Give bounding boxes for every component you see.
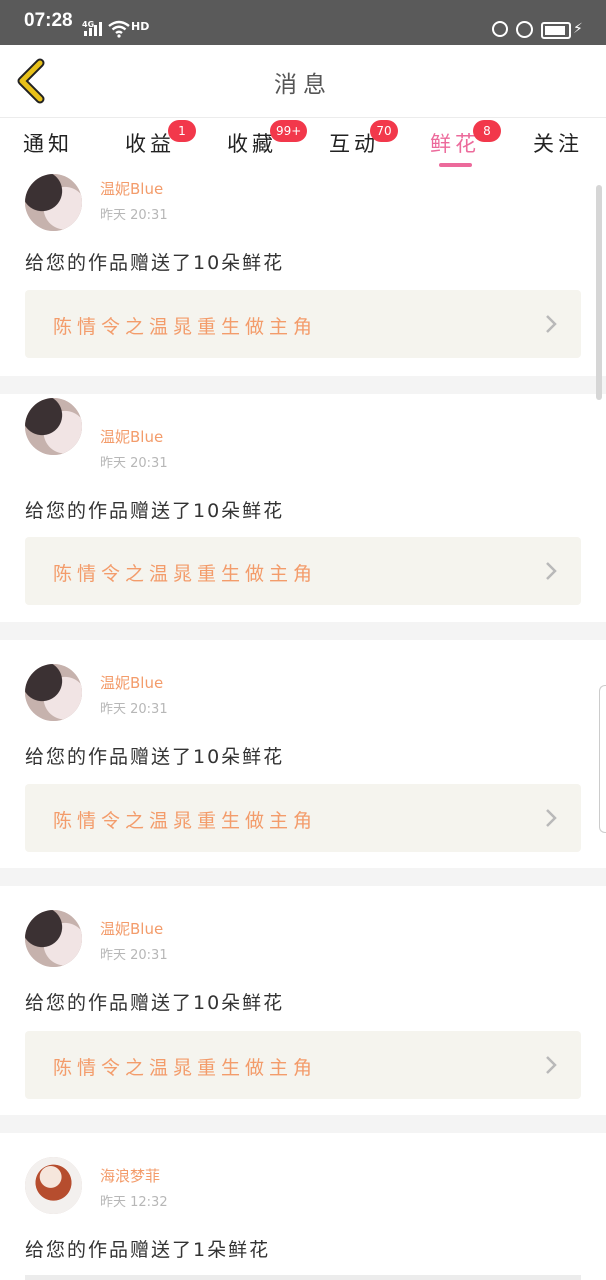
active-tab-indicator [439, 163, 472, 167]
edge-drawer-handle[interactable] [599, 685, 606, 833]
sender-name[interactable]: 温妮Blue [100, 918, 163, 939]
scrollbar[interactable] [596, 185, 602, 400]
work-title: 陈情令之温晁重生做主角 [53, 316, 318, 338]
tab-label: 关注 [533, 132, 583, 156]
battery-icon [541, 22, 571, 39]
sender-name[interactable]: 温妮Blue [100, 672, 163, 693]
top-bar: 消息 [0, 45, 606, 118]
message-time: 昨天 20:31 [100, 702, 168, 717]
work-link[interactable]: 陈情令之温晁重生做主角 [25, 290, 581, 358]
divider [0, 868, 606, 886]
unread-badge: 1 [168, 120, 196, 142]
sender-name[interactable]: 温妮Blue [100, 178, 163, 199]
charging-icon: ⚡ [573, 21, 583, 37]
message-text: 给您的作品赠送了10朵鲜花 [25, 252, 285, 274]
message-time: 昨天 20:31 [100, 948, 168, 963]
unread-badge: 99+ [270, 120, 308, 142]
message-time: 昨天 20:31 [100, 456, 168, 471]
avatar[interactable] [25, 174, 82, 231]
tab-interactions[interactable]: 互动 70 [314, 120, 398, 158]
tab-following[interactable]: 关注 [518, 128, 598, 158]
message-text: 给您的作品赠送了10朵鲜花 [25, 500, 285, 522]
unread-badge: 70 [370, 120, 398, 142]
message-list[interactable]: 温妮Blue 昨天 20:31 给您的作品赠送了10朵鲜花 陈情令之温晁重生做主… [0, 170, 606, 1280]
message-card: 温妮Blue 昨天 20:31 给您的作品赠送了10朵鲜花 陈情令之温晁重生做主… [0, 394, 606, 605]
rotation-lock-icon [492, 21, 508, 37]
avatar[interactable] [25, 910, 82, 967]
avatar[interactable] [25, 664, 82, 721]
work-link[interactable]: 陈情令之温晁重生做主角 [25, 537, 581, 605]
work-title: 陈情令之温晁重生做主角 [53, 563, 318, 585]
partial-card-edge [25, 1275, 581, 1280]
message-time: 昨天 12:32 [100, 1195, 168, 1210]
tab-earnings[interactable]: 收益 1 [110, 120, 196, 158]
avatar[interactable] [25, 1157, 82, 1214]
tab-bar: 通知 收益 1 收藏 99+ 互动 70 鲜花 8 关注 [0, 118, 606, 170]
tab-favorites[interactable]: 收藏 99+ [212, 120, 308, 158]
page-title: 消息 [274, 72, 332, 98]
tab-notifications[interactable]: 通知 [8, 128, 88, 158]
tab-flowers[interactable]: 鲜花 8 [415, 120, 501, 158]
alarm-icon [516, 21, 533, 38]
sender-name[interactable]: 温妮Blue [100, 426, 163, 447]
work-link[interactable]: 陈情令之温晁重生做主角 [25, 784, 581, 852]
status-bar: 07:28 4G HD ⚡ [0, 0, 606, 45]
message-time: 昨天 20:31 [100, 208, 168, 223]
message-text: 给您的作品赠送了10朵鲜花 [25, 992, 285, 1014]
avatar[interactable] [25, 398, 82, 455]
signal-icon [84, 22, 102, 36]
chevron-right-icon [546, 1056, 557, 1074]
work-title: 陈情令之温晁重生做主角 [53, 1057, 318, 1079]
work-link[interactable]: 陈情令之温晁重生做主角 [25, 1031, 581, 1099]
tab-label: 鲜花 [430, 132, 480, 156]
tab-label: 通知 [23, 132, 73, 156]
message-card: 温妮Blue 昨天 20:31 给您的作品赠送了10朵鲜花 陈情令之温晁重生做主… [0, 170, 606, 376]
chevron-right-icon [546, 809, 557, 827]
unread-badge: 8 [473, 120, 501, 142]
sender-name[interactable]: 海浪梦菲 [100, 1165, 160, 1186]
message-text: 给您的作品赠送了10朵鲜花 [25, 746, 285, 768]
status-time: 07:28 [24, 10, 73, 31]
divider [0, 1115, 606, 1133]
message-text: 给您的作品赠送了1朵鲜花 [25, 1239, 271, 1261]
wifi-icon [108, 20, 130, 38]
divider [0, 622, 606, 640]
chevron-right-icon [546, 562, 557, 580]
hd-indicator: HD [131, 20, 150, 33]
chevron-right-icon [546, 315, 557, 333]
work-title: 陈情令之温晁重生做主角 [53, 810, 318, 832]
message-card: 温妮Blue 昨天 20:31 给您的作品赠送了10朵鲜花 陈情令之温晁重生做主… [0, 886, 606, 1099]
message-card: 海浪梦菲 昨天 12:32 给您的作品赠送了1朵鲜花 [0, 1133, 606, 1280]
message-card: 温妮Blue 昨天 20:31 给您的作品赠送了10朵鲜花 陈情令之温晁重生做主… [0, 640, 606, 852]
tab-label: 收藏 [227, 132, 277, 156]
tab-label: 收益 [125, 132, 175, 156]
divider [0, 376, 606, 394]
